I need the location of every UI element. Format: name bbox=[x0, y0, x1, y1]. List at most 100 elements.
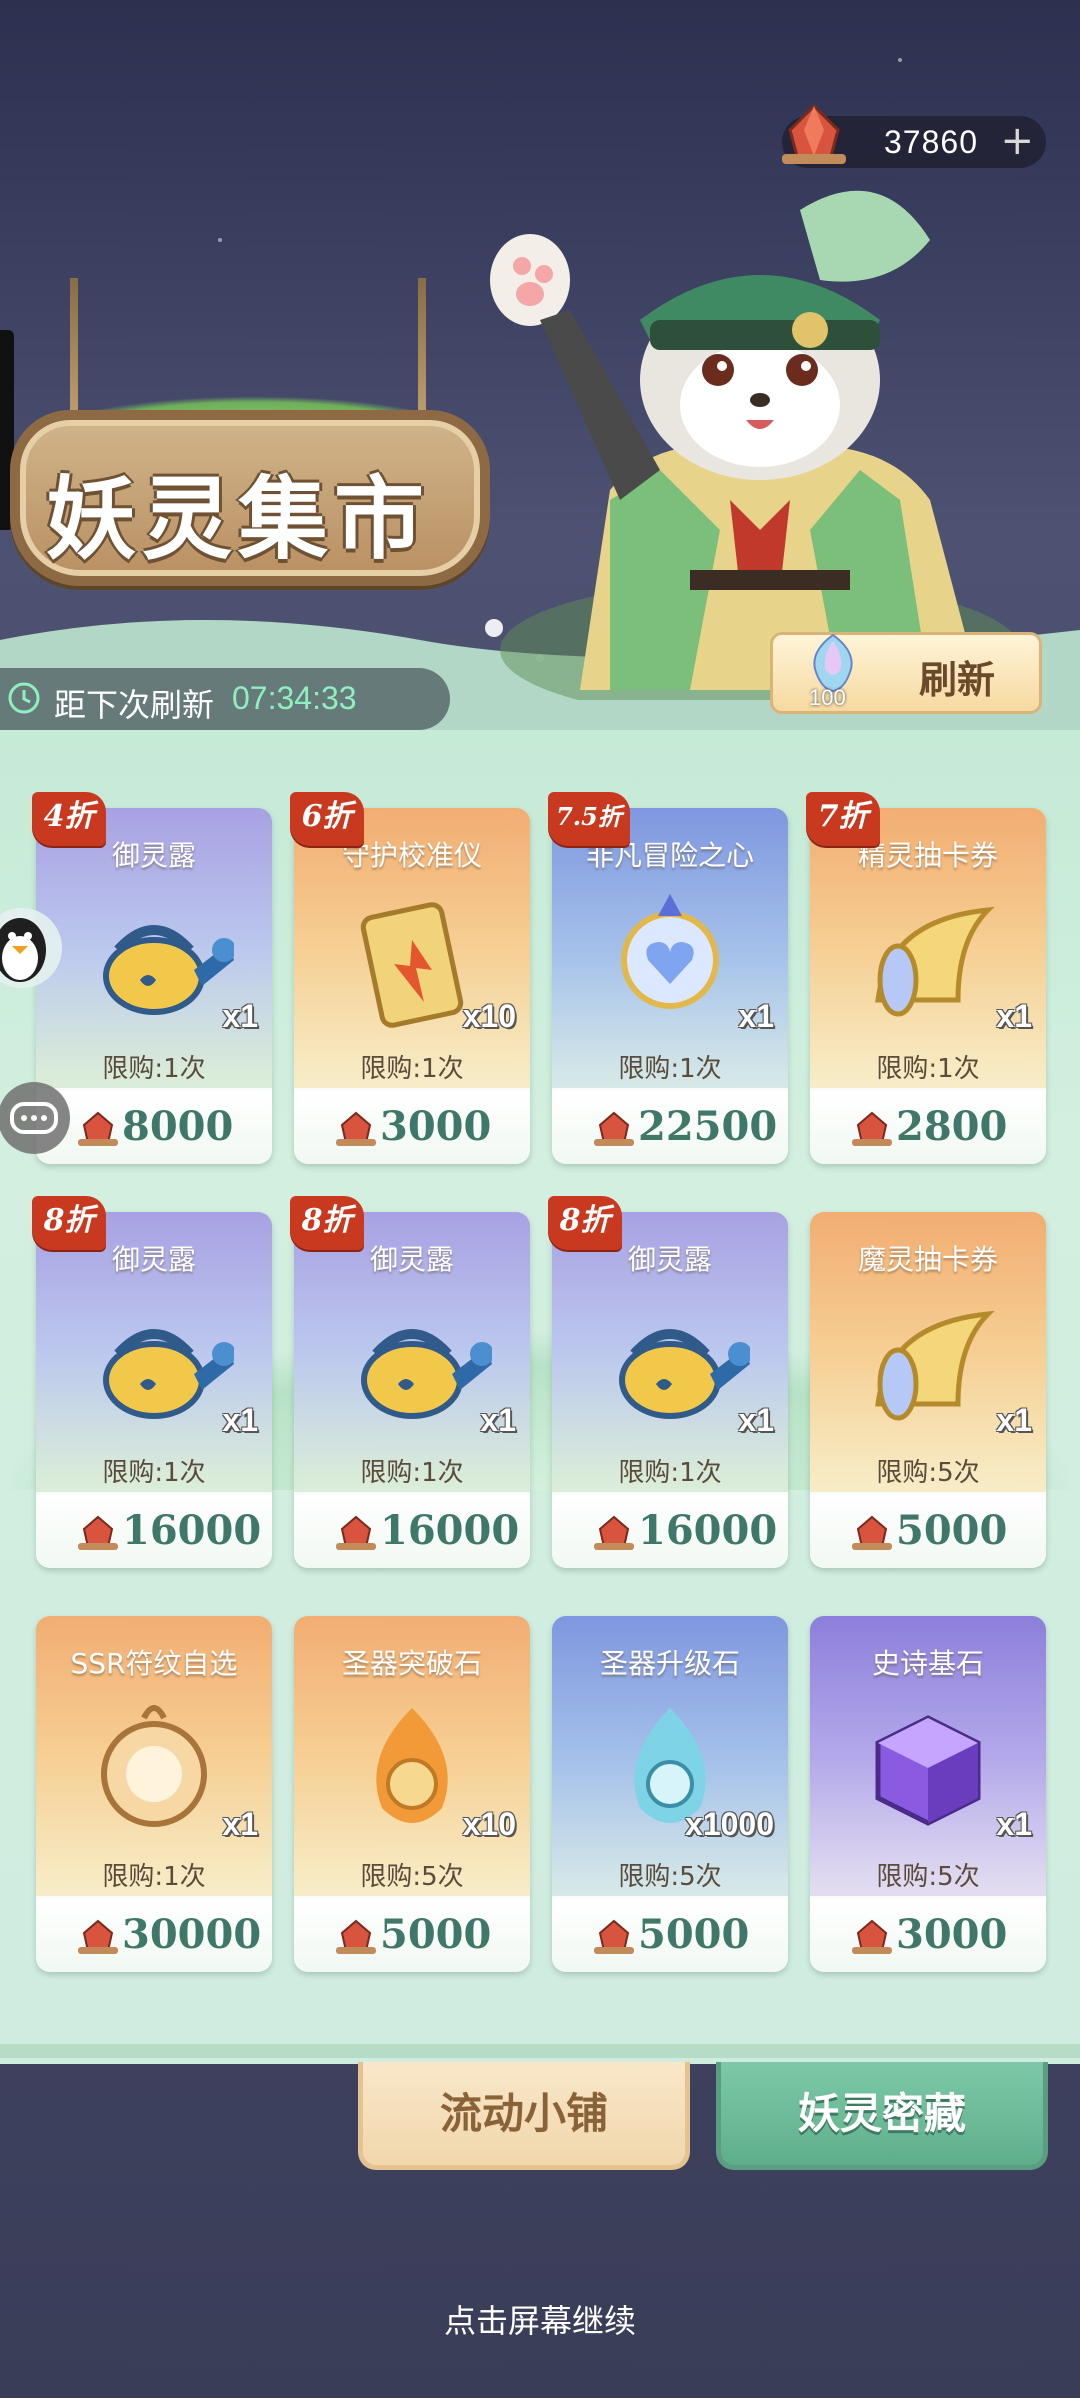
discount-badge: 6折 bbox=[290, 792, 364, 846]
shop-item-card[interactable]: 魔灵抽卡券 x1 限购:5次 5000 bbox=[810, 1212, 1046, 1568]
purchase-limit: 限购:1次 bbox=[360, 1054, 464, 1084]
buy-button[interactable]: 16000 bbox=[294, 1492, 530, 1568]
purchase-limit: 限购:1次 bbox=[360, 1458, 464, 1488]
item-price: 5000 bbox=[638, 1911, 750, 1958]
purchase-limit: 限购:5次 bbox=[876, 1458, 980, 1488]
shop-item-card[interactable]: SSR符纹自选 x1 限购:1次 30000 bbox=[36, 1616, 272, 1972]
item-quantity: x1 bbox=[738, 998, 774, 1034]
purchase-limit: 限购:1次 bbox=[618, 1458, 722, 1488]
item-quantity: x1 bbox=[996, 1402, 1032, 1438]
penguin-icon[interactable] bbox=[0, 898, 72, 994]
shop-item-card[interactable]: 御灵露 x1 限购:1次 16000 bbox=[294, 1212, 530, 1568]
add-currency-button[interactable]: + bbox=[1000, 118, 1034, 164]
purchase-limit: 限购:5次 bbox=[618, 1862, 722, 1892]
red-gem-icon bbox=[852, 1111, 892, 1146]
shop-item-card[interactable]: 圣器突破石 x10 限购:5次 5000 bbox=[294, 1616, 530, 1972]
discount-badge: 8折 bbox=[548, 1196, 622, 1250]
item-price: 3000 bbox=[380, 1103, 492, 1150]
watering-can-icon bbox=[361, 1329, 492, 1419]
red-gem-icon bbox=[594, 1515, 634, 1550]
purchase-limit: 限购:5次 bbox=[876, 1862, 980, 1892]
item-price: 5000 bbox=[380, 1911, 492, 1958]
heart-crystal-icon bbox=[621, 894, 719, 1009]
item-price: 22500 bbox=[638, 1103, 778, 1150]
clock-icon bbox=[8, 682, 40, 714]
shop-title: 妖灵集市 bbox=[46, 466, 430, 572]
currency-display: 37860 + bbox=[782, 103, 1046, 168]
item-price: 16000 bbox=[638, 1507, 778, 1554]
item-price: 30000 bbox=[122, 1911, 262, 1958]
horn-ticket-icon bbox=[875, 906, 995, 1017]
refresh-button-label: 刷新 bbox=[919, 658, 996, 702]
buy-button[interactable]: 3000 bbox=[810, 1896, 1046, 1972]
buy-button[interactable]: 2800 bbox=[810, 1088, 1046, 1164]
purchase-limit: 限购:1次 bbox=[618, 1054, 722, 1084]
refresh-cost: 100 bbox=[809, 685, 846, 710]
discount-badge: 7折 bbox=[806, 792, 880, 846]
red-gem-icon bbox=[594, 1919, 634, 1954]
shop-item-card[interactable]: 非凡冒险之心 x1 限购:1次 22500 bbox=[552, 808, 788, 1164]
shop-item-card[interactable]: 守护校准仪 x10 限购:1次 3000 bbox=[294, 808, 530, 1164]
item-price: 8000 bbox=[122, 1103, 234, 1150]
red-gem-icon bbox=[78, 1111, 118, 1146]
item-quantity: x1 bbox=[222, 998, 258, 1034]
item-quantity: x10 bbox=[462, 998, 516, 1034]
buy-button[interactable]: 3000 bbox=[294, 1088, 530, 1164]
buy-button[interactable]: 5000 bbox=[552, 1896, 788, 1972]
red-gem-icon bbox=[336, 1111, 376, 1146]
chat-bubble-icon[interactable] bbox=[0, 1070, 72, 1166]
tap-to-continue-hint[interactable]: 点击屏幕继续 bbox=[0, 2296, 1080, 2342]
buy-button[interactable]: 30000 bbox=[36, 1896, 272, 1972]
red-gem-icon bbox=[594, 1111, 634, 1146]
item-price: 16000 bbox=[122, 1507, 262, 1554]
purple-cube-icon bbox=[875, 1715, 981, 1826]
item-name: 圣器升级石 bbox=[599, 1647, 740, 1680]
item-price: 16000 bbox=[380, 1507, 520, 1554]
discount-badge: 8折 bbox=[290, 1196, 364, 1250]
buy-button[interactable]: 16000 bbox=[552, 1492, 788, 1568]
item-name: SSR符纹自选 bbox=[70, 1647, 238, 1680]
item-name: 魔灵抽卡券 bbox=[857, 1243, 998, 1276]
refresh-label: 距下次刷新 bbox=[54, 686, 215, 724]
purchase-limit: 限购:1次 bbox=[876, 1054, 980, 1084]
red-gem-icon bbox=[78, 1919, 118, 1954]
item-quantity: x1 bbox=[738, 1402, 774, 1438]
item-quantity: x1 bbox=[222, 1402, 258, 1438]
shop-item-card[interactable]: 精灵抽卡券 x1 限购:1次 2800 bbox=[810, 808, 1046, 1164]
refresh-button[interactable]: 100 刷新 bbox=[770, 632, 1042, 714]
discount-badge: 4折 bbox=[32, 792, 106, 846]
refresh-timer: 距下次刷新 07:34:33 bbox=[0, 668, 450, 730]
discount-badge: 7.5折 bbox=[548, 792, 630, 846]
refresh-countdown: 07:34:33 bbox=[232, 680, 357, 716]
item-quantity: x1000 bbox=[685, 1806, 774, 1842]
item-price: 5000 bbox=[896, 1507, 1008, 1554]
buy-button[interactable]: 5000 bbox=[810, 1492, 1046, 1568]
item-quantity: x1 bbox=[480, 1402, 516, 1438]
panel-bottom-edge bbox=[0, 2044, 1080, 2058]
shop-item-card[interactable]: 御灵露 x1 限购:1次 16000 bbox=[552, 1212, 788, 1568]
red-gem-icon bbox=[336, 1515, 376, 1550]
buy-button[interactable]: 22500 bbox=[552, 1088, 788, 1164]
shop-item-card[interactable]: 御灵露 x1 限购:1次 16000 bbox=[36, 1212, 272, 1568]
tab-demon-treasure[interactable]: 妖灵密藏 bbox=[716, 2062, 1048, 2170]
item-price: 3000 bbox=[896, 1911, 1008, 1958]
purchase-limit: 限购:1次 bbox=[102, 1862, 206, 1892]
shop-item-card[interactable]: 史诗基石 x1 限购:5次 3000 bbox=[810, 1616, 1046, 1972]
buy-button[interactable]: 16000 bbox=[36, 1492, 272, 1568]
red-gem-icon bbox=[782, 103, 846, 164]
discount-badge: 8折 bbox=[32, 1196, 106, 1250]
red-gem-icon bbox=[78, 1515, 118, 1550]
horn-ticket-icon bbox=[875, 1310, 995, 1421]
shop-item-card[interactable]: 圣器升级石 x1000 限购:5次 5000 bbox=[552, 1616, 788, 1972]
purchase-limit: 限购:1次 bbox=[102, 1458, 206, 1488]
tab-flow-shop[interactable]: 流动小铺 bbox=[358, 2062, 690, 2170]
buy-button[interactable]: 5000 bbox=[294, 1896, 530, 1972]
red-gem-icon bbox=[336, 1919, 376, 1954]
red-gem-icon bbox=[852, 1919, 892, 1954]
item-quantity: x1 bbox=[996, 998, 1032, 1034]
raccoon-merchant-mascot bbox=[490, 190, 1020, 700]
watering-can-icon bbox=[103, 1329, 234, 1419]
rune-orb-icon bbox=[101, 1705, 207, 1827]
item-price: 2800 bbox=[896, 1103, 1008, 1150]
item-quantity: x1 bbox=[996, 1806, 1032, 1842]
